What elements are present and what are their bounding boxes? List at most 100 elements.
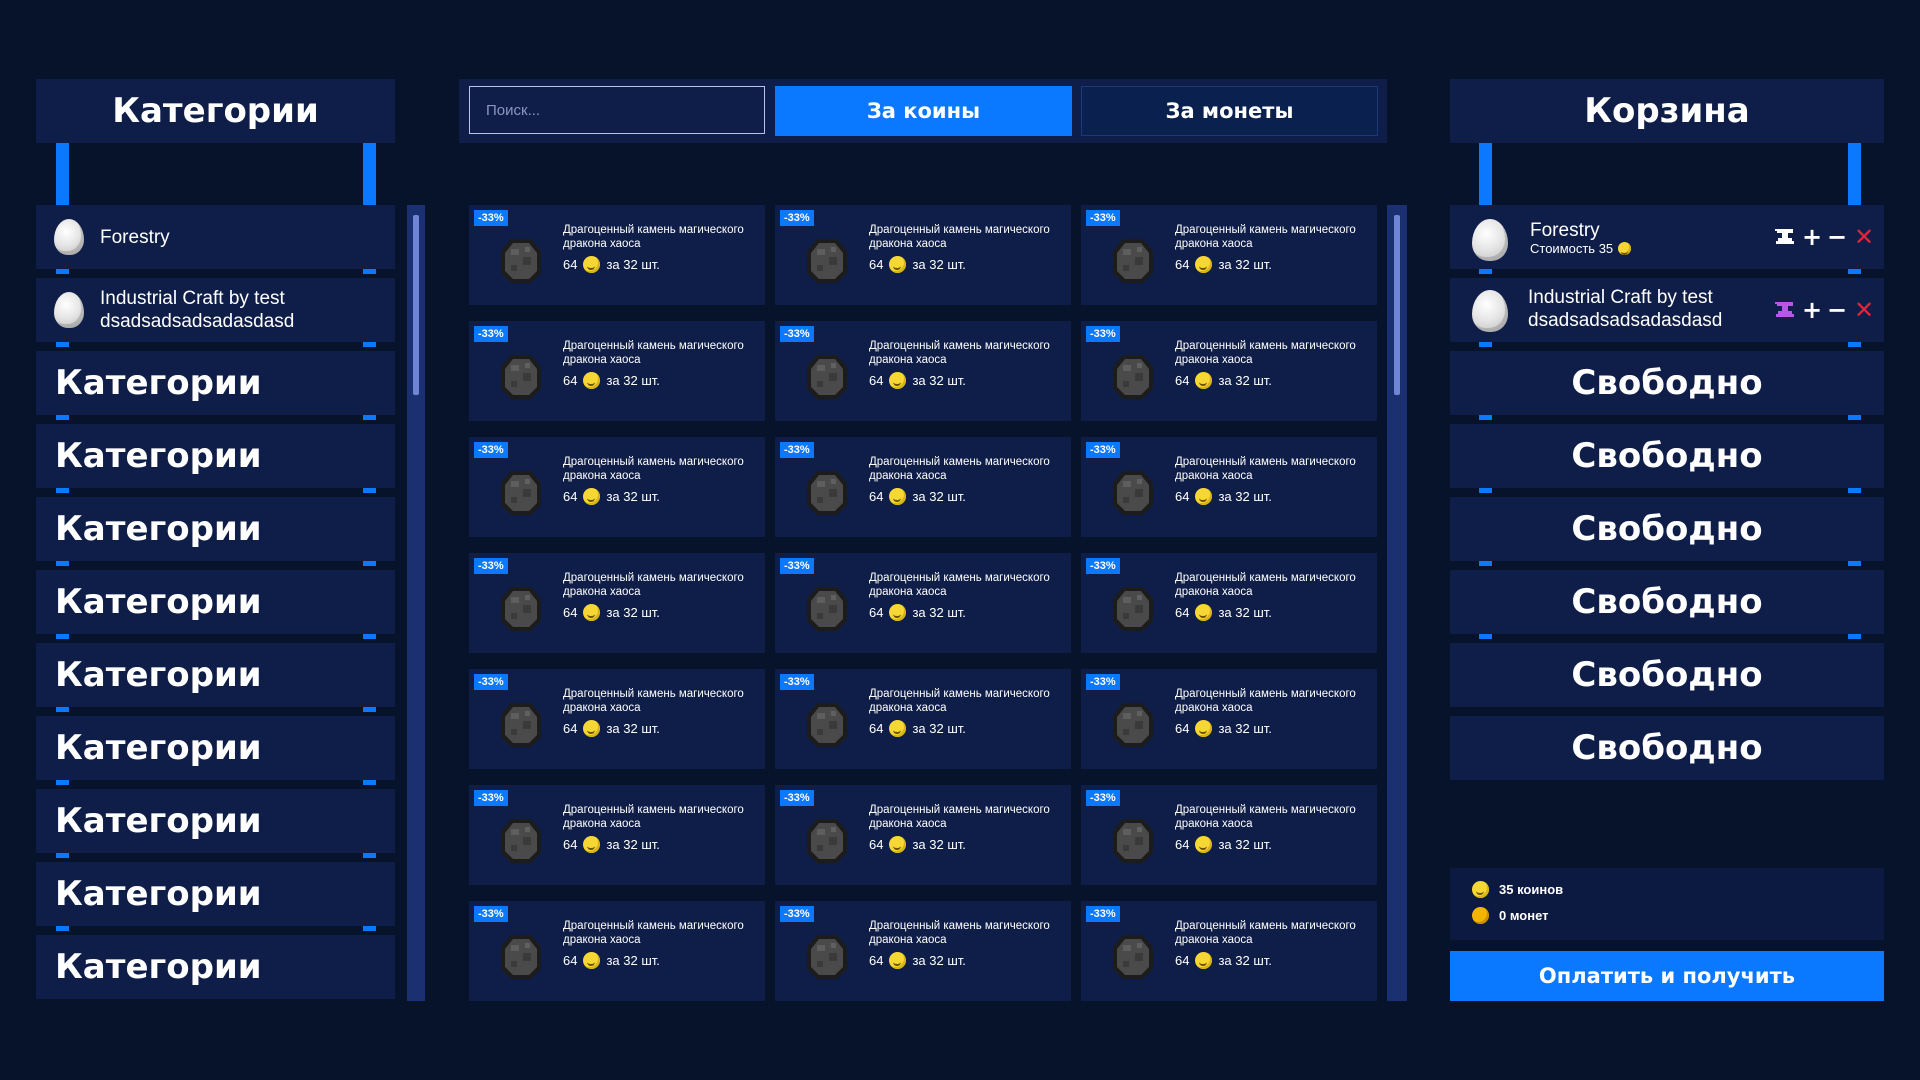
category-item[interactable]: Категории bbox=[36, 643, 395, 707]
discount-badge: -33% bbox=[1086, 674, 1120, 690]
category-label: Категории bbox=[55, 436, 262, 476]
product-card[interactable]: -33% Драгоценный камень магического драко… bbox=[775, 437, 1071, 537]
product-amount: 64 bbox=[563, 837, 578, 852]
remove-button[interactable]: ✕ bbox=[1854, 225, 1874, 249]
product-amount: 64 bbox=[1175, 837, 1190, 852]
coin-icon bbox=[1195, 372, 1213, 389]
product-card[interactable]: -33% Драгоценный камень магического драко… bbox=[775, 785, 1071, 885]
stone-icon bbox=[1113, 935, 1153, 979]
discount-badge: -33% bbox=[474, 326, 508, 342]
product-card[interactable]: -33% Драгоценный камень магического драко… bbox=[469, 321, 765, 421]
connector-tick bbox=[363, 926, 376, 931]
product-title: Драгоценный камень магического дракона х… bbox=[1175, 688, 1356, 714]
product-card[interactable]: -33% Драгоценный камень магического драко… bbox=[775, 669, 1071, 769]
pay-button[interactable]: Оплатить и получить bbox=[1450, 951, 1884, 1001]
product-price: 64 за 32 шт. bbox=[1175, 720, 1272, 737]
decrease-button[interactable]: − bbox=[1827, 298, 1847, 322]
connector-tick bbox=[56, 269, 69, 274]
category-item[interactable]: Категории bbox=[36, 570, 395, 634]
stone-icon bbox=[501, 355, 541, 399]
product-card[interactable]: -33% Драгоценный камень магического драко… bbox=[775, 553, 1071, 653]
product-card[interactable]: -33% Драгоценный камень магического драко… bbox=[469, 437, 765, 537]
decrease-button[interactable]: − bbox=[1827, 225, 1847, 249]
product-card[interactable]: -33% Драгоценный камень магического драко… bbox=[469, 785, 765, 885]
remove-button[interactable]: ✕ bbox=[1854, 298, 1874, 322]
category-item[interactable]: Forestry bbox=[36, 205, 395, 269]
search-input[interactable] bbox=[469, 86, 765, 134]
connector-tick bbox=[1848, 415, 1861, 420]
product-card[interactable]: -33% Драгоценный камень магического драко… bbox=[1081, 901, 1377, 1001]
connector-tick bbox=[1848, 561, 1861, 566]
category-item[interactable]: Категории bbox=[36, 789, 395, 853]
cart-item-name: Forestry bbox=[1530, 220, 1600, 241]
increase-button[interactable]: + bbox=[1802, 225, 1822, 249]
product-card[interactable]: -33% Драгоценный камень магического драко… bbox=[1081, 669, 1377, 769]
connector-tick bbox=[56, 342, 69, 347]
coin-icon bbox=[583, 488, 601, 505]
product-amount: 64 bbox=[869, 489, 884, 504]
discount-badge: -33% bbox=[780, 442, 814, 458]
anvil-icon[interactable] bbox=[1774, 227, 1796, 247]
connector-tick bbox=[363, 269, 376, 274]
product-card[interactable]: -33% Драгоценный камень магического драко… bbox=[775, 321, 1071, 421]
category-label: Категории bbox=[55, 363, 262, 403]
connector-tick bbox=[56, 926, 69, 931]
category-item[interactable]: Категории bbox=[36, 424, 395, 488]
product-card[interactable]: -33% Драгоценный камень магического драко… bbox=[469, 901, 765, 1001]
product-title: Драгоценный камень магического дракона х… bbox=[563, 688, 744, 714]
product-amount: 64 bbox=[1175, 721, 1190, 736]
product-card[interactable]: -33% Драгоценный камень магического драко… bbox=[469, 669, 765, 769]
product-price: 64 за 32 шт. bbox=[869, 836, 966, 853]
category-item[interactable]: Категории bbox=[36, 716, 395, 780]
product-scrollbar-thumb[interactable] bbox=[1394, 215, 1400, 395]
product-amount: 64 bbox=[563, 257, 578, 272]
discount-badge: -33% bbox=[1086, 442, 1120, 458]
coin-icon bbox=[1472, 881, 1489, 898]
product-amount: 64 bbox=[563, 605, 578, 620]
product-title: Драгоценный камень магического дракона х… bbox=[563, 340, 744, 366]
anvil-icon[interactable] bbox=[1774, 300, 1796, 320]
product-price: 64 за 32 шт. bbox=[563, 952, 660, 969]
discount-badge: -33% bbox=[1086, 326, 1120, 342]
tab-money[interactable]: За монеты bbox=[1081, 86, 1378, 136]
increase-button[interactable]: + bbox=[1802, 298, 1822, 322]
product-price: 64 за 32 шт. bbox=[1175, 488, 1272, 505]
product-scrollbar[interactable] bbox=[1387, 205, 1407, 1001]
product-card[interactable]: -33% Драгоценный камень магического драко… bbox=[1081, 785, 1377, 885]
product-price: 64 за 32 шт. bbox=[869, 372, 966, 389]
category-scrollbar-thumb[interactable] bbox=[413, 215, 419, 395]
category-item[interactable]: Категории bbox=[36, 935, 395, 999]
product-title: Драгоценный камень магического дракона х… bbox=[563, 804, 744, 830]
category-item[interactable]: Категории bbox=[36, 497, 395, 561]
product-card[interactable]: -33% Драгоценный камень магического драко… bbox=[775, 901, 1071, 1001]
category-item[interactable]: Категории bbox=[36, 862, 395, 926]
category-item[interactable]: Industrial Craft by test dsadsadsadsadas… bbox=[36, 278, 395, 342]
product-price: 64 за 32 шт. bbox=[869, 488, 966, 505]
category-scrollbar[interactable] bbox=[407, 205, 425, 1001]
product-price: 64 за 32 шт. bbox=[563, 488, 660, 505]
coin-icon bbox=[889, 604, 907, 621]
coin-icon bbox=[1618, 242, 1632, 255]
product-card[interactable]: -33% Драгоценный камень магического драко… bbox=[469, 553, 765, 653]
product-amount: 64 bbox=[869, 721, 884, 736]
product-card[interactable]: -33% Драгоценный камень магического драко… bbox=[1081, 553, 1377, 653]
cart-free-slot: Свободно bbox=[1450, 424, 1884, 488]
product-card[interactable]: -33% Драгоценный камень магического драко… bbox=[1081, 205, 1377, 305]
cart-item: Industrial Craft by test dsadsadsadsadas… bbox=[1450, 278, 1884, 342]
product-card[interactable]: -33% Драгоценный камень магического драко… bbox=[1081, 321, 1377, 421]
product-amount: 64 bbox=[563, 953, 578, 968]
product-title: Драгоценный камень магического дракона х… bbox=[869, 456, 1050, 482]
coin-icon bbox=[583, 256, 601, 273]
product-card[interactable]: -33% Драгоценный камень магического драко… bbox=[1081, 437, 1377, 537]
coin-icon bbox=[889, 952, 907, 969]
product-per: за 32 шт. bbox=[1218, 605, 1272, 620]
product-per: за 32 шт. bbox=[606, 373, 660, 388]
category-label: Категории bbox=[55, 874, 262, 914]
product-card[interactable]: -33% Драгоценный камень магического драко… bbox=[469, 205, 765, 305]
product-per: за 32 шт. bbox=[606, 837, 660, 852]
tab-coins[interactable]: За коины bbox=[775, 86, 1072, 136]
product-amount: 64 bbox=[1175, 953, 1190, 968]
product-card[interactable]: -33% Драгоценный камень магического драко… bbox=[775, 205, 1071, 305]
product-price: 64 за 32 шт. bbox=[1175, 952, 1272, 969]
category-item[interactable]: Категории bbox=[36, 351, 395, 415]
